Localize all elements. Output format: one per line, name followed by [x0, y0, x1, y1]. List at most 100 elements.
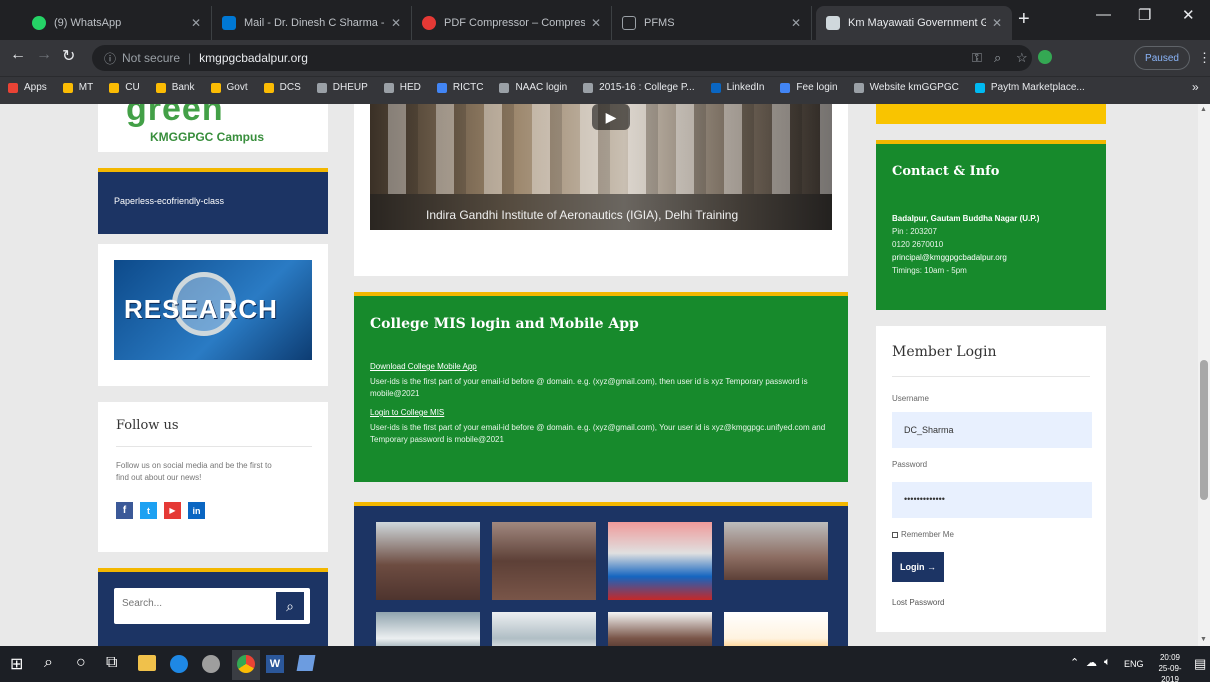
network-icon[interactable]: ☁ [1086, 656, 1097, 669]
tray-up-icon[interactable]: ⌃ [1070, 656, 1079, 669]
edge-icon[interactable] [170, 655, 188, 673]
tab-college[interactable]: Km Mayawati Government Gi ✕ [816, 6, 1012, 40]
bookmark-item[interactable]: DHEUP [316, 82, 368, 93]
cortana-icon[interactable]: ○ [76, 654, 86, 672]
pdf-icon [422, 16, 436, 30]
bookmark-item[interactable]: Apps [8, 82, 47, 93]
notifications-icon[interactable]: ▤ [1194, 656, 1206, 672]
restore-icon[interactable]: ❐ [1138, 6, 1151, 24]
gallery-photo[interactable] [608, 522, 712, 600]
bookmark-label: DCS [279, 82, 301, 93]
omnibox[interactable]: ⓘ Not secure | kmgpgcbadalpur.org [92, 45, 1032, 71]
word-icon[interactable]: W [266, 655, 284, 673]
download-app-link[interactable]: Download College Mobile App [370, 362, 477, 371]
scroll-down-icon[interactable]: ▼ [1200, 636, 1207, 643]
bookmark-item[interactable]: Website kmGGPGC [853, 82, 959, 93]
research-card[interactable]: RESEARCH [98, 244, 328, 386]
scroll-up-icon[interactable]: ▲ [1200, 106, 1207, 113]
close-icon[interactable]: ✕ [191, 16, 201, 30]
divider: | [188, 51, 192, 65]
volume-icon[interactable]: 🔈︎ [1104, 656, 1111, 669]
gallery-photo[interactable] [492, 612, 596, 646]
bookmark-item[interactable]: Fee login [780, 82, 838, 93]
bookmark-label: Bank [171, 82, 195, 93]
twitter-icon[interactable]: t [140, 502, 157, 519]
minimize-icon[interactable]: — [1096, 6, 1111, 23]
bookmark-label: HED [399, 82, 421, 93]
tab-title: PDF Compressor – Compress [444, 17, 585, 29]
password-input[interactable]: ••••••••••••• [892, 482, 1092, 518]
gallery-photo[interactable] [724, 612, 828, 646]
remember-row[interactable]: Remember Me [892, 530, 954, 539]
close-icon[interactable]: ✕ [992, 16, 1002, 30]
gallery-photo[interactable] [492, 522, 596, 600]
menu-icon[interactable]: ⋮ [1198, 50, 1210, 66]
bookmark-item[interactable]: Govt [210, 82, 248, 93]
username-input[interactable]: DC_Sharma [892, 412, 1092, 448]
contact-email[interactable]: principal@kmggpgcbadalpur.org [892, 253, 1007, 262]
forward-icon[interactable]: → [36, 46, 52, 64]
close-window-icon[interactable]: ✕ [1182, 6, 1195, 24]
paperless-link[interactable]: Paperless-ecofriendly-class [114, 196, 224, 206]
clock[interactable]: 20:09 25-09-2019 [1150, 652, 1190, 682]
search-input[interactable] [122, 598, 262, 609]
gallery-photo[interactable] [724, 522, 828, 580]
tab-mail[interactable]: Mail - Dr. Dinesh C Sharma - (✕ [212, 6, 412, 40]
bookmark-item[interactable]: DCS [263, 82, 301, 93]
security-label: Not secure [122, 51, 181, 65]
mis-text-2: User-ids is the first part of your email… [370, 423, 826, 444]
facebook-icon[interactable]: f [116, 502, 133, 519]
youtube-icon[interactable]: ▶ [164, 502, 181, 519]
gallery-photo[interactable] [608, 612, 712, 646]
star-icon[interactable]: ☆ [1016, 50, 1028, 66]
tab-pdf[interactable]: PDF Compressor – Compress ✕ [412, 6, 612, 40]
tab-pfms[interactable]: PFMS ✕ [612, 6, 812, 40]
info-icon[interactable]: ⓘ [104, 50, 116, 67]
green-campus-card[interactable]: green KMGGPGC Campus [98, 104, 328, 152]
bookmark-item[interactable]: Paytm Marketplace... [974, 82, 1085, 93]
zoom-icon[interactable]: ⌕ [994, 50, 1001, 66]
checkbox[interactable] [892, 531, 898, 538]
bookmark-item[interactable]: NAAC login [499, 82, 567, 93]
extension-icon[interactable] [1038, 50, 1052, 64]
gallery-photo[interactable] [376, 612, 480, 646]
key-icon[interactable]: ⚿ [972, 50, 982, 66]
reload-icon[interactable]: ↻ [62, 46, 75, 66]
paperless-card[interactable]: Paperless-ecofriendly-class [98, 168, 328, 234]
bookmark-item[interactable]: HED [383, 82, 421, 93]
mis-login-link[interactable]: Login to College MIS [370, 408, 444, 417]
scrollbar-thumb[interactable] [1200, 360, 1208, 500]
video-player[interactable]: ▶ Indira Gandhi Institute of Aeronautics… [370, 104, 832, 230]
search-button[interactable]: ⌕ [276, 592, 304, 620]
bookmark-item[interactable]: MT [62, 82, 93, 93]
bookmark-item[interactable]: Bank [155, 82, 195, 93]
profile-paused-button[interactable]: Paused [1134, 46, 1190, 70]
bookmark-item[interactable]: 2015-16 : College P... [583, 82, 695, 93]
paint-icon[interactable] [202, 655, 220, 673]
task-view-icon[interactable]: ⧉ [106, 654, 117, 672]
bookmark-item[interactable]: RICTC [436, 82, 483, 93]
mis-title: College MIS login and Mobile App [370, 316, 639, 332]
language-indicator[interactable]: ENG [1124, 659, 1144, 669]
lost-password-link[interactable]: Lost Password [892, 598, 944, 607]
file-explorer-icon[interactable] [138, 655, 156, 671]
gallery-photo[interactable] [376, 522, 480, 600]
play-icon[interactable]: ▶ [592, 104, 630, 130]
tab-whatsapp[interactable]: (9) WhatsApp ✕ [22, 6, 212, 40]
close-icon[interactable]: ✕ [791, 16, 801, 30]
app-icon[interactable] [296, 655, 316, 671]
research-image[interactable]: RESEARCH [114, 260, 312, 360]
back-icon[interactable]: ← [10, 46, 26, 64]
bookmarks-overflow-icon[interactable]: » [1192, 80, 1199, 94]
linkedin-icon[interactable]: in [188, 502, 205, 519]
login-button[interactable]: Login → [892, 552, 944, 582]
search-icon[interactable]: ⌕ [44, 654, 53, 672]
close-icon[interactable]: ✕ [391, 16, 401, 30]
bookmark-item[interactable]: LinkedIn [710, 82, 764, 93]
tab-title: PFMS [644, 17, 675, 29]
bookmark-label: CU [125, 82, 140, 93]
new-tab-button[interactable]: + [1018, 8, 1030, 31]
bookmark-item[interactable]: CU [109, 82, 140, 93]
windows-start-icon[interactable]: ⊞ [10, 654, 23, 674]
close-icon[interactable]: ✕ [591, 16, 601, 30]
